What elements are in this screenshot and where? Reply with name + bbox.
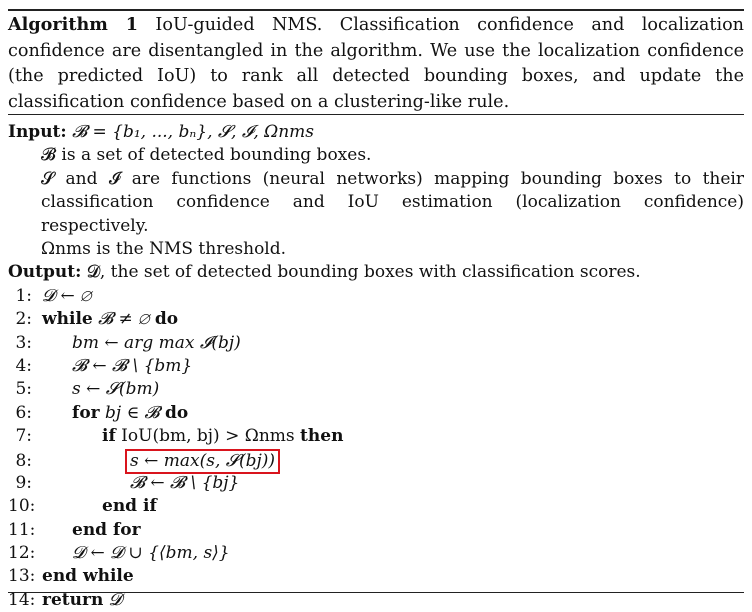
- step-number: 2:: [15, 309, 32, 330]
- step-number: 6:: [15, 402, 32, 423]
- bottom-rule: [8, 592, 744, 593]
- step-line: 13: end while: [8, 565, 744, 588]
- input-desc-1: 𝓑 is a set of detected bounding boxes.: [8, 144, 744, 167]
- step-line: 11: end for: [8, 519, 744, 542]
- step-line: 7: if IoU(bm, bj) > Ωnms then: [8, 425, 744, 448]
- output-text: 𝓓, the set of detected bounding boxes wi…: [86, 262, 641, 283]
- keyword: for: [72, 402, 100, 423]
- step-number: 11:: [8, 519, 36, 540]
- step-line: 2: while 𝓑 ≠ ∅ do: [8, 308, 744, 331]
- step-text: bj ∈ 𝓑: [99, 402, 165, 423]
- step-line: 9: 𝓑 ← 𝓑 \ {bj}: [8, 472, 744, 495]
- top-rule: [8, 9, 744, 11]
- step-number: 9:: [15, 472, 32, 493]
- step-line: 6: for bj ∈ 𝓑 do: [8, 402, 744, 425]
- step-text: s ← 𝓢(bm): [72, 379, 160, 400]
- step-line: 4: 𝓑 ← 𝓑 \ {bm}: [8, 355, 744, 378]
- input-desc-text: 𝓑 is a set of detected bounding boxes.: [41, 145, 372, 166]
- output-label: Output:: [8, 262, 82, 283]
- step-line: 1: 𝓓 ← ∅: [8, 285, 744, 308]
- algorithm-body: Input: 𝓑 = {b₁, ..., bₙ}, 𝓢, 𝓘, Ωnms 𝓑 i…: [8, 121, 744, 612]
- algorithm-label: Algorithm 1: [8, 14, 139, 35]
- highlighted-update: s ← max(s, 𝓢(bj)): [125, 448, 280, 474]
- step-line: 12: 𝓓 ← 𝓓 ∪ {⟨bm, s⟩}: [8, 542, 744, 565]
- step-line: 3: bm ← arg max 𝓘(bj): [8, 332, 744, 355]
- step-number: 3:: [15, 332, 32, 353]
- algorithm-caption: Algorithm 1 IoU-guided NMS. Classificati…: [8, 12, 744, 115]
- step-number: 8:: [15, 450, 32, 471]
- step-number: 12:: [8, 543, 36, 564]
- step-text: IoU(bm, bj) > Ωnms: [115, 426, 301, 447]
- input-desc-text: 𝓢 and 𝓘 are functions (neural networks) …: [41, 168, 744, 236]
- input-label: Input:: [8, 122, 67, 142]
- step-number: 10:: [8, 496, 36, 517]
- input-desc-2: 𝓢 and 𝓘 are functions (neural networks) …: [8, 168, 744, 238]
- step-text: 𝓑 ← 𝓑 \ {bj}: [130, 472, 240, 493]
- step-number: 1:: [15, 285, 32, 306]
- keyword: end for: [72, 519, 141, 540]
- step-text: 𝓓 ← ∅: [42, 285, 92, 306]
- step-line: 5: s ← 𝓢(bm): [8, 378, 744, 401]
- step-number: 5:: [15, 379, 32, 400]
- keyword: do: [164, 402, 189, 423]
- caption-rule: [8, 114, 744, 115]
- keyword: do: [154, 309, 179, 330]
- step-line: 8: s ← max(s, 𝓢(bj)): [8, 448, 744, 474]
- input-desc-3: Ωnms is the NMS threshold.: [8, 238, 744, 261]
- keyword: while: [42, 309, 93, 330]
- step-text: 𝓑 ← 𝓑 \ {bm}: [72, 355, 193, 376]
- keyword: then: [300, 426, 344, 447]
- step-text: bm ← arg max 𝓘(bj): [72, 332, 241, 353]
- step-text: 𝓑 ≠ ∅: [92, 309, 155, 330]
- step-number: 7:: [15, 426, 32, 447]
- input-desc-text: Ωnms is the NMS threshold.: [41, 239, 287, 259]
- keyword: end if: [102, 496, 157, 517]
- input-formula: 𝓑 = {b₁, ..., bₙ}, 𝓢, 𝓘, Ωnms: [72, 122, 315, 142]
- input-line: Input: 𝓑 = {b₁, ..., bₙ}, 𝓢, 𝓘, Ωnms: [8, 121, 744, 144]
- step-text: 𝓓 ← 𝓓 ∪ {⟨bm, s⟩}: [72, 543, 230, 564]
- step-number: 13:: [8, 566, 36, 587]
- keyword: if: [102, 426, 116, 447]
- keyword: end while: [42, 566, 134, 587]
- step-number: 4:: [15, 355, 32, 376]
- step-line: 10: end if: [8, 495, 744, 518]
- output-line: Output: 𝓓, the set of detected bounding …: [8, 261, 744, 284]
